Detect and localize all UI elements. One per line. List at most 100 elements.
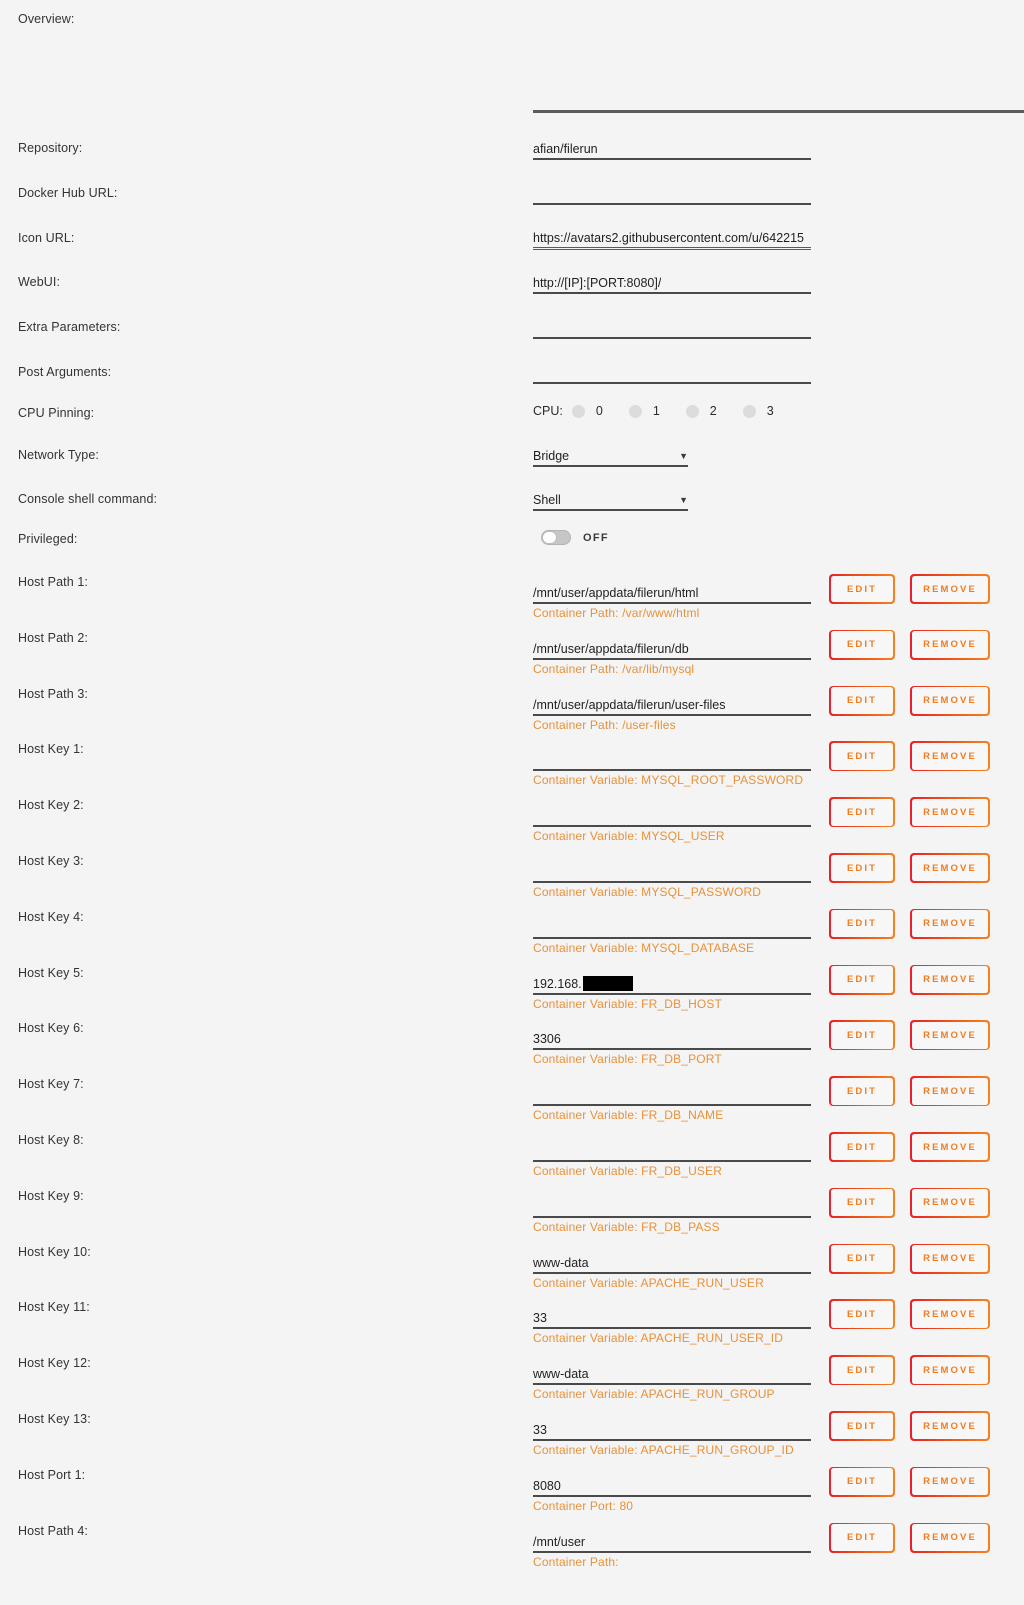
edit-button[interactable]: EDIT	[829, 1020, 895, 1051]
mapping-input[interactable]	[533, 1194, 811, 1218]
remove-button[interactable]: REMOVE	[910, 685, 990, 716]
mapping-value: /mnt/user/appdata/filerun/html	[533, 586, 699, 600]
cpu-option-3[interactable]: 3	[742, 404, 774, 418]
mapping-label: Host Path 4:	[18, 1523, 88, 1538]
repository-label: Repository:	[18, 141, 83, 155]
remove-button[interactable]: REMOVE	[910, 1020, 990, 1051]
edit-button[interactable]: EDIT	[829, 1466, 895, 1497]
remove-button[interactable]: REMOVE	[910, 908, 990, 939]
remove-button[interactable]: REMOVE	[910, 797, 990, 828]
edit-button[interactable]: EDIT	[829, 908, 895, 939]
edit-button[interactable]: EDIT	[829, 685, 895, 716]
mapping-input[interactable]	[533, 747, 811, 772]
mapping-input[interactable]	[533, 803, 811, 828]
mapping-label: Host Key 13:	[18, 1412, 91, 1426]
icon-url-value: https://avatars2.githubusercontent.com/u…	[533, 231, 805, 245]
mapping-input[interactable]: 33	[533, 1417, 811, 1441]
mapping-input[interactable]: 33	[533, 1305, 811, 1330]
docker-hub-url-input[interactable]	[533, 181, 811, 205]
remove-button[interactable]: REMOVE	[910, 1132, 990, 1162]
icon-url-input[interactable]: https://avatars2.githubusercontent.com/u…	[533, 226, 811, 250]
mapping-subtext: Container Variable: MYSQL_DATABASE	[533, 940, 755, 955]
mapping-subtext: Container Port: 80	[533, 1498, 634, 1513]
overview-textarea[interactable]	[533, 9, 1024, 113]
cpu-option-label: 1	[652, 404, 660, 418]
edit-button[interactable]: EDIT	[829, 853, 895, 883]
redaction-box	[582, 975, 633, 991]
edit-button[interactable]: EDIT	[829, 1132, 895, 1162]
edit-button[interactable]: EDIT	[829, 629, 895, 660]
edit-button[interactable]: EDIT	[829, 1076, 895, 1107]
remove-button[interactable]: REMOVE	[910, 1466, 990, 1497]
mapping-subtext: Container Variable: APACHE_RUN_GROUP_ID	[533, 1443, 794, 1457]
remove-button[interactable]: REMOVE	[910, 1076, 990, 1107]
edit-button[interactable]: EDIT	[829, 1355, 895, 1386]
cpu-option-0[interactable]: 0	[571, 404, 603, 418]
mapping-value: 33	[533, 1423, 547, 1437]
mapping-input[interactable]: /mnt/user/appdata/filerun/db	[533, 636, 811, 660]
edit-button-label: EDIT	[830, 1468, 894, 1496]
edit-button[interactable]: EDIT	[829, 1243, 895, 1274]
remove-button[interactable]: REMOVE	[910, 853, 990, 883]
network-type-value: Bridge	[533, 449, 570, 463]
edit-button-label: EDIT	[830, 687, 894, 714]
remove-button[interactable]: REMOVE	[910, 741, 990, 772]
mapping-input[interactable]: 3306	[533, 1026, 811, 1051]
edit-button[interactable]: EDIT	[829, 1522, 895, 1553]
remove-button-label: REMOVE	[911, 687, 989, 714]
post-arguments-input[interactable]	[533, 360, 811, 384]
remove-button[interactable]: REMOVE	[910, 1299, 990, 1330]
mapping-input[interactable]: /mnt/user	[533, 1529, 811, 1553]
mapping-input[interactable]: 192.168.	[533, 971, 811, 995]
overview-label: Overview:	[18, 12, 75, 26]
mapping-label: Host Key 2:	[18, 798, 84, 813]
mapping-input[interactable]	[533, 1138, 811, 1162]
mapping-input[interactable]: www-data	[533, 1361, 811, 1386]
mapping-input[interactable]: 8080	[533, 1473, 811, 1497]
radio-icon[interactable]	[685, 404, 699, 418]
remove-button[interactable]: REMOVE	[910, 574, 990, 604]
remove-button[interactable]: REMOVE	[910, 1411, 990, 1441]
mapping-subtext: Container Variable: FR_DB_PASS	[533, 1219, 720, 1234]
mapping-input[interactable]: www-data	[533, 1250, 811, 1274]
mapping-value: /mnt/user/appdata/filerun/user-files	[533, 697, 726, 712]
remove-button[interactable]: REMOVE	[910, 1187, 990, 1218]
edit-button[interactable]: EDIT	[829, 797, 895, 828]
cpu-option-1[interactable]: 1	[628, 404, 660, 418]
radio-icon[interactable]	[628, 404, 642, 418]
edit-button[interactable]: EDIT	[829, 964, 895, 995]
privileged-toggle[interactable]	[541, 530, 571, 545]
remove-button-label: REMOVE	[911, 1133, 989, 1161]
mapping-input[interactable]	[533, 859, 811, 883]
cpu-prefix-label: CPU:	[533, 404, 563, 418]
remove-button[interactable]: REMOVE	[910, 629, 990, 660]
mapping-value: 192.168.	[533, 976, 582, 991]
mapping-subtext: Container Variable: MYSQL_USER	[533, 829, 725, 844]
remove-button[interactable]: REMOVE	[910, 1355, 990, 1386]
edit-button[interactable]: EDIT	[829, 1299, 895, 1330]
remove-button[interactable]: REMOVE	[910, 1243, 990, 1274]
edit-button[interactable]: EDIT	[829, 1411, 895, 1441]
console-shell-command-select[interactable]: Shell ▼	[533, 487, 688, 511]
remove-button[interactable]: REMOVE	[910, 1522, 990, 1553]
remove-button-label: REMOVE	[911, 798, 989, 826]
cpu-option-2[interactable]: 2	[685, 404, 717, 418]
network-type-select[interactable]: Bridge ▼	[533, 443, 688, 467]
radio-icon[interactable]	[571, 404, 585, 418]
edit-button-label: EDIT	[830, 1356, 894, 1384]
remove-button[interactable]: REMOVE	[910, 964, 990, 995]
mapping-input[interactable]	[533, 915, 811, 939]
edit-button[interactable]: EDIT	[829, 741, 895, 772]
remove-button-label: REMOVE	[911, 1021, 989, 1049]
mapping-input[interactable]: /mnt/user/appdata/filerun/user-files	[533, 692, 811, 716]
edit-button[interactable]: EDIT	[829, 574, 895, 604]
radio-icon[interactable]	[742, 404, 756, 418]
mapping-input[interactable]	[533, 1082, 811, 1107]
edit-button[interactable]: EDIT	[829, 1187, 895, 1218]
container-settings-form: Overview: Repository: afian/filerun Dock…	[0, 0, 1024, 1605]
webui-input[interactable]: http://[IP]:[PORT:8080]/	[533, 270, 811, 294]
mapping-input[interactable]: /mnt/user/appdata/filerun/html	[533, 580, 811, 604]
extra-parameters-input[interactable]	[533, 315, 811, 339]
repository-input[interactable]: afian/filerun	[533, 136, 811, 160]
mapping-label: Host Key 4:	[18, 909, 84, 924]
